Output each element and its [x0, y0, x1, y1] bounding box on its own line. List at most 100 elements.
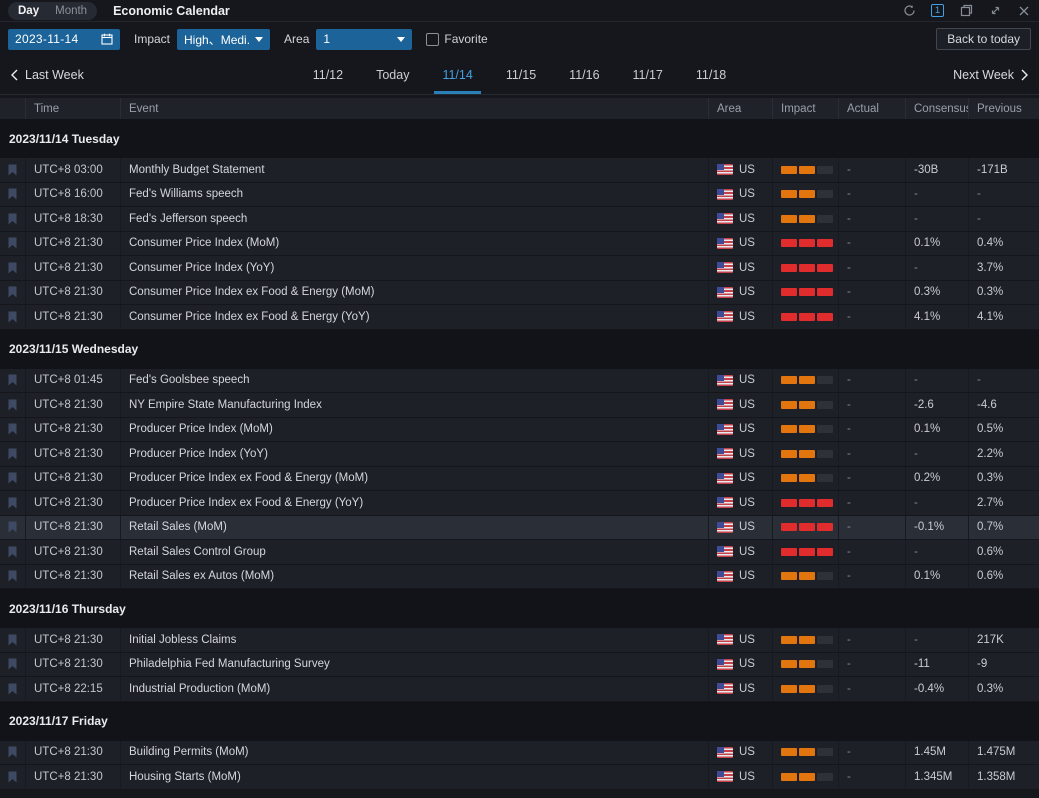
bookmark-cell[interactable] [0, 256, 25, 280]
event-row[interactable]: UTC+8 01:45 Fed's Goolsbee speech US - - - [0, 368, 1039, 393]
tab-month[interactable]: Month [47, 5, 95, 17]
event-row[interactable]: UTC+8 21:30 Producer Price Index ex Food … [0, 466, 1039, 491]
event-area: US [708, 393, 772, 417]
event-previous: 0.3% [968, 677, 1039, 701]
bookmark-icon[interactable] [8, 658, 17, 670]
bookmark-icon[interactable] [8, 634, 17, 646]
event-row[interactable]: UTC+8 22:15 Industrial Production (MoM) US… [0, 677, 1039, 702]
bookmark-cell[interactable] [0, 765, 25, 789]
favorite-checkbox[interactable] [426, 32, 440, 46]
event-row[interactable]: UTC+8 21:30 Retail Sales Control Group US -… [0, 540, 1039, 565]
impact-filter-dropdown[interactable]: High、Medi... [177, 28, 271, 50]
week-day-tab-11-12[interactable]: 11/12 [310, 56, 346, 94]
area-code: US [739, 398, 755, 411]
favorite-toggle[interactable]: Favorite [426, 32, 488, 46]
bookmark-cell[interactable] [0, 183, 25, 207]
close-icon[interactable] [1017, 4, 1031, 18]
bookmark-icon[interactable] [8, 546, 17, 558]
week-day-tab-11-15[interactable]: 11/15 [503, 56, 539, 94]
last-week-button[interactable]: Last Week [10, 56, 84, 94]
tab-day[interactable]: Day [10, 5, 47, 17]
bookmark-cell[interactable] [0, 442, 25, 466]
refresh-icon[interactable] [902, 4, 916, 18]
area-code: US [739, 472, 755, 485]
bookmark-cell[interactable] [0, 628, 25, 652]
week-day-tab-today[interactable]: Today [373, 56, 412, 94]
bookmark-icon[interactable] [8, 472, 17, 484]
bookmark-icon[interactable] [8, 188, 17, 200]
event-row[interactable]: UTC+8 21:30 Consumer Price Index ex Food … [0, 305, 1039, 330]
bookmark-icon[interactable] [8, 262, 17, 274]
fullscreen-icon[interactable] [988, 4, 1002, 18]
bookmark-cell[interactable] [0, 305, 25, 329]
week-day-tab-11-16[interactable]: 11/16 [566, 56, 602, 94]
bookmark-icon[interactable] [8, 570, 17, 582]
event-name: Fed's Jefferson speech [120, 207, 708, 231]
event-row[interactable]: UTC+8 21:30 Retail Sales ex Autos (MoM) US… [0, 564, 1039, 589]
event-row[interactable]: UTC+8 03:00 Monthly Budget Statement US - -3… [0, 158, 1039, 183]
bookmark-cell[interactable] [0, 653, 25, 677]
event-name: Producer Price Index (YoY) [120, 442, 708, 466]
event-time: UTC+8 18:30 [25, 207, 120, 231]
event-impact [772, 491, 838, 515]
event-row[interactable]: UTC+8 21:30 Producer Price Index (YoY) US -… [0, 442, 1039, 467]
bookmark-cell[interactable] [0, 393, 25, 417]
bookmark-icon[interactable] [8, 448, 17, 460]
bookmark-cell[interactable] [0, 467, 25, 491]
bookmark-icon[interactable] [8, 399, 17, 411]
event-row[interactable]: UTC+8 21:30 Philadelphia Fed Manufacturin… [0, 652, 1039, 677]
bookmark-cell[interactable] [0, 232, 25, 256]
bookmark-cell[interactable] [0, 418, 25, 442]
event-time: UTC+8 21:30 [25, 515, 120, 539]
bookmark-icon[interactable] [8, 683, 17, 695]
bookmark-cell[interactable] [0, 207, 25, 231]
event-row[interactable]: UTC+8 16:00 Fed's Williams speech US - - - [0, 182, 1039, 207]
event-row[interactable]: UTC+8 21:30 Building Permits (MoM) US -1.45… [0, 740, 1039, 765]
bookmark-icon[interactable] [8, 213, 17, 225]
date-picker[interactable]: 2023-11-14 [8, 28, 120, 50]
event-row[interactable]: UTC+8 21:30 Consumer Price Index (YoY) US -… [0, 256, 1039, 281]
linked-group-1-icon[interactable]: 1 [931, 4, 944, 17]
event-row[interactable]: UTC+8 21:30 Retail Sales (MoM) US - -0.1% 0.7… [0, 515, 1039, 540]
week-day-tab-11-18[interactable]: 11/18 [693, 56, 729, 94]
duplicate-window-icon[interactable] [959, 4, 973, 18]
bookmark-cell[interactable] [0, 281, 25, 305]
bookmark-icon[interactable] [8, 237, 17, 249]
bookmark-cell[interactable] [0, 491, 25, 515]
bookmark-cell[interactable] [0, 741, 25, 765]
event-row[interactable]: UTC+8 21:30 Housing Starts (MoM) US -1.345M… [0, 765, 1039, 790]
bookmark-icon[interactable] [8, 521, 17, 533]
event-row[interactable]: UTC+8 21:30 Producer Price Index (MoM) US -… [0, 417, 1039, 442]
event-row[interactable]: UTC+8 21:30 NY Empire State Manufacturing… [0, 393, 1039, 418]
bookmark-icon[interactable] [8, 771, 17, 783]
event-consensus: 0.1% [905, 417, 968, 441]
event-row[interactable]: UTC+8 21:30 Initial Jobless Claims US - -217… [0, 628, 1039, 653]
bookmark-icon[interactable] [8, 286, 17, 298]
us-flag-icon [717, 213, 733, 225]
area-code: US [739, 496, 755, 509]
event-row[interactable]: UTC+8 21:30 Consumer Price Index ex Food … [0, 280, 1039, 305]
area-filter-dropdown[interactable]: 1 [316, 28, 413, 50]
event-row[interactable]: UTC+8 21:30 Consumer Price Index (MoM) US -… [0, 231, 1039, 256]
bookmark-cell[interactable] [0, 369, 25, 393]
bookmark-cell[interactable] [0, 677, 25, 701]
bookmark-icon[interactable] [8, 497, 17, 509]
event-previous: 4.1% [968, 305, 1039, 329]
bookmark-cell[interactable] [0, 565, 25, 589]
week-day-tab-11-17[interactable]: 11/17 [630, 56, 666, 94]
bookmark-cell[interactable] [0, 540, 25, 564]
event-row[interactable]: UTC+8 18:30 Fed's Jefferson speech US - - - [0, 207, 1039, 232]
next-week-button[interactable]: Next Week [953, 56, 1029, 94]
back-to-today-button[interactable]: Back to today [936, 28, 1031, 50]
bookmark-icon[interactable] [8, 374, 17, 386]
event-area: US [708, 158, 772, 182]
event-row[interactable]: UTC+8 21:30 Producer Price Index ex Food … [0, 491, 1039, 516]
bookmark-icon[interactable] [8, 746, 17, 758]
bookmark-cell[interactable] [0, 516, 25, 540]
week-day-tab-11-14[interactable]: 11/14 [434, 56, 482, 94]
bookmark-icon[interactable] [8, 164, 17, 176]
impact-high-indicator [781, 263, 833, 272]
bookmark-icon[interactable] [8, 423, 17, 435]
bookmark-icon[interactable] [8, 311, 17, 323]
bookmark-cell[interactable] [0, 158, 25, 182]
